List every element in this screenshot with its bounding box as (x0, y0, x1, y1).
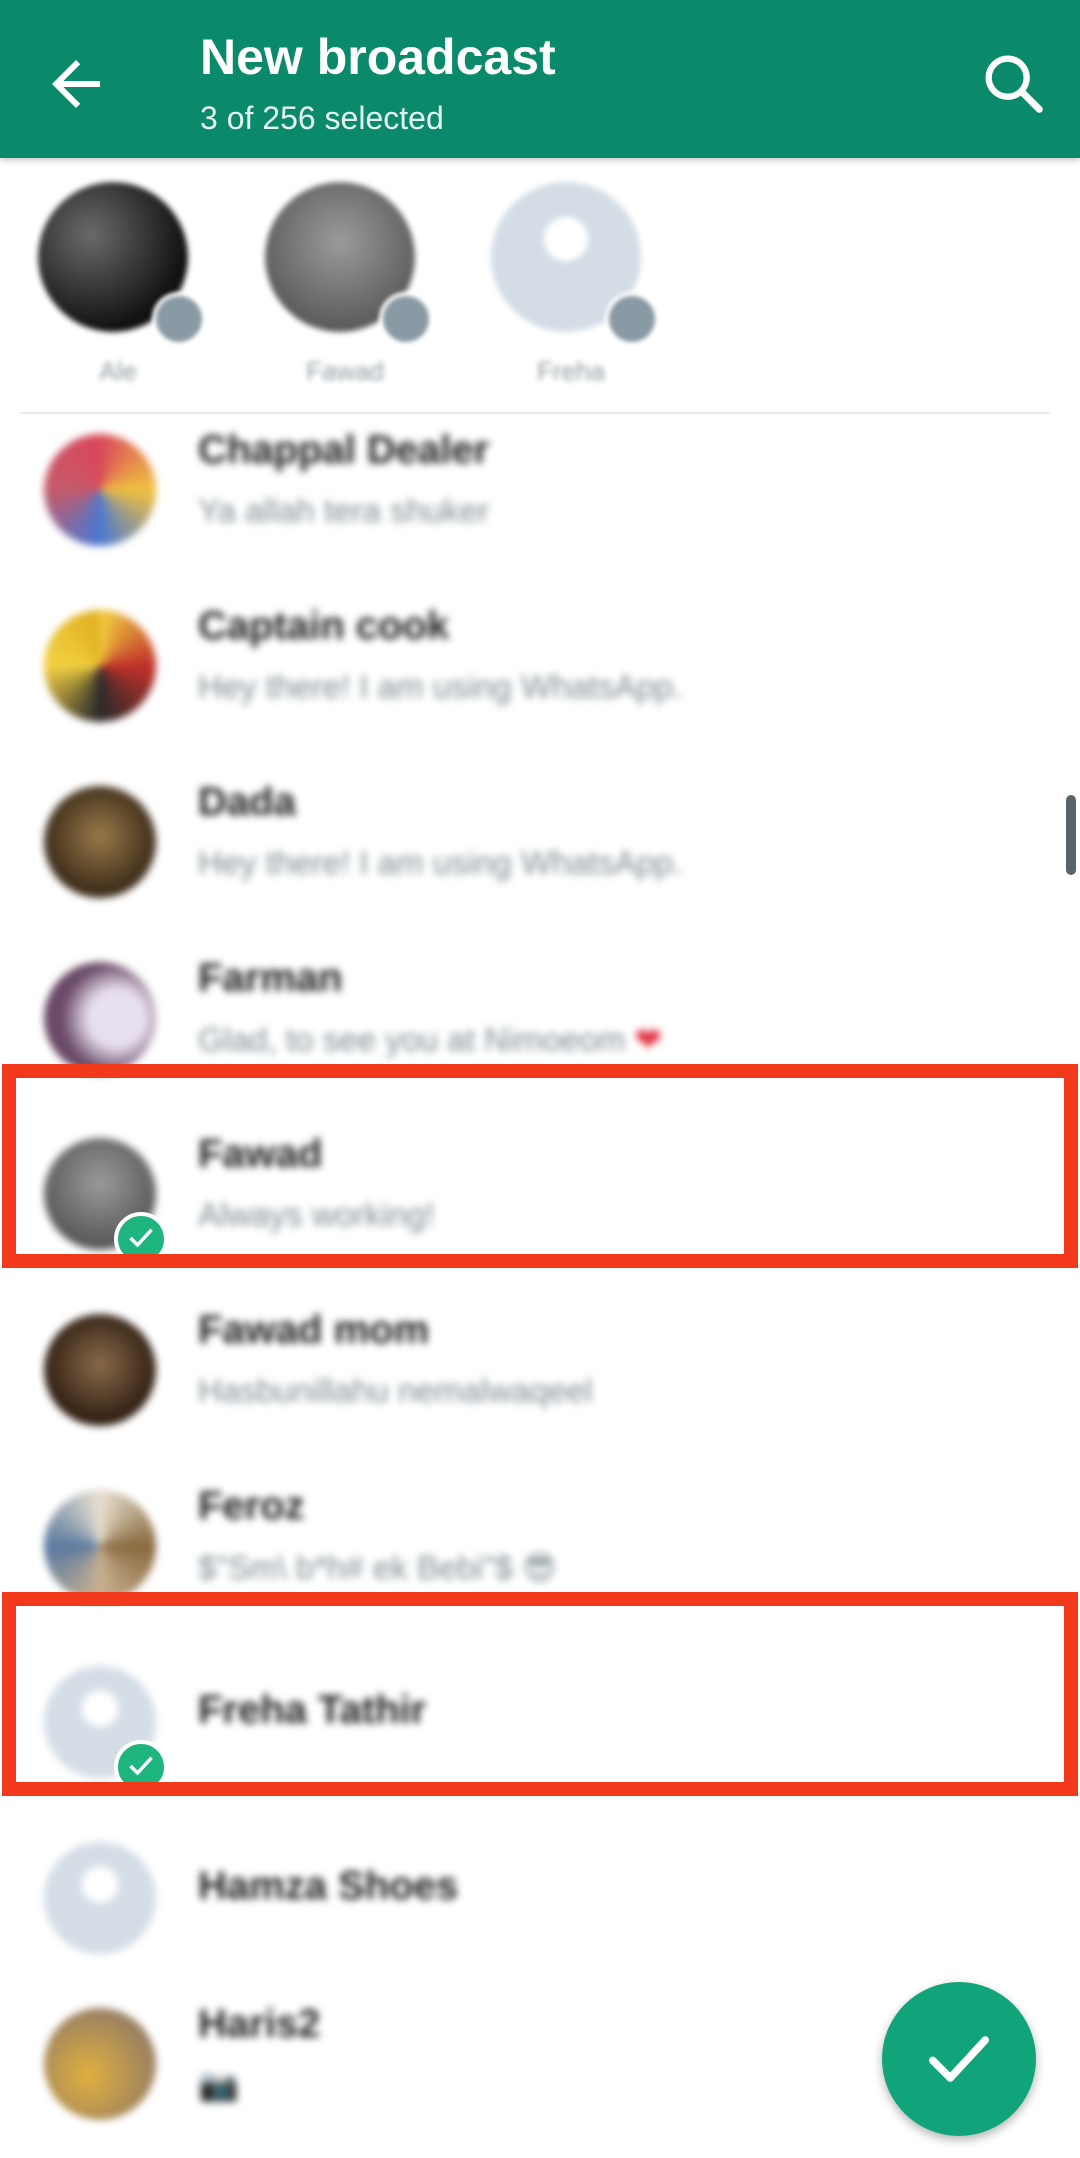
contact-row[interactable]: Feroz $"Sm\ b*h# ek Bebi"$ 😎 (0, 1464, 1080, 1640)
app-bar: New broadcast 3 of 256 selected (0, 0, 1080, 158)
contact-row[interactable]: Chappal Dealer Ya allah tera shuker (0, 408, 1080, 584)
contact-name: Chappal Dealer (198, 428, 490, 472)
contact-status: Hey there! I am using WhatsApp. (198, 668, 683, 705)
contact-name: Freha Tathir (198, 1688, 427, 1732)
contact-row[interactable]: Captain cook Hey there! I am using Whats… (0, 584, 1080, 760)
selected-chip[interactable]: Ale (28, 182, 208, 412)
page-title: New broadcast (200, 29, 556, 85)
contact-name: Haris2 (198, 2002, 321, 2046)
avatar (44, 1314, 156, 1426)
contact-status: Glad, to see you at Nimoeom ❤ (198, 1021, 663, 1058)
confirm-button[interactable] (882, 1982, 1036, 2136)
check-icon (114, 1212, 168, 1266)
selected-chip[interactable]: Freha (481, 182, 661, 412)
selected-chip-label: Fawad (305, 356, 385, 386)
contact-status: Hey there! I am using WhatsApp. (198, 844, 683, 881)
contact-row[interactable]: Farman Glad, to see you at Nimoeom ❤ (0, 936, 1080, 1112)
contact-row[interactable]: Fawad mom Hasbunillahu nemalwaqeel (0, 1288, 1080, 1464)
contact-name: Fawad mom (198, 1308, 430, 1352)
avatar (44, 2008, 156, 2120)
remove-icon[interactable] (379, 292, 433, 346)
contact-name: Feroz (198, 1484, 305, 1528)
selected-chip[interactable]: Fawad (255, 182, 435, 412)
search-button[interactable] (976, 46, 1052, 122)
contact-status: Ya allah tera shuker (198, 492, 490, 529)
selected-chip-label: Freha (537, 356, 605, 386)
contact-status: 📷 (198, 2066, 240, 2103)
contact-status: Hasbunillahu nemalwaqeel (198, 1372, 593, 1409)
scrollbar-thumb[interactable] (1066, 795, 1076, 875)
contact-name: Dada (198, 780, 296, 824)
arrow-back-icon (52, 60, 100, 108)
check-icon (928, 2036, 990, 2082)
selected-chip-label: Ale (99, 356, 137, 386)
avatar (44, 962, 156, 1074)
remove-icon[interactable] (152, 292, 206, 346)
selection-count: 3 of 256 selected (200, 100, 444, 136)
check-icon (114, 1740, 168, 1794)
avatar (44, 610, 156, 722)
avatar (44, 786, 156, 898)
avatar (44, 1490, 156, 1602)
contact-row-selected[interactable]: Freha Tathir (0, 1640, 1080, 1816)
heart-icon: ❤ (634, 1021, 663, 1058)
selected-contacts-strip: Ale Fawad Freha (0, 158, 1080, 416)
contact-name: Farman (198, 956, 343, 1000)
contact-row-selected[interactable]: Fawad Always working! (0, 1112, 1080, 1288)
contact-row[interactable]: Dada Hey there! I am using WhatsApp. (0, 760, 1080, 936)
contact-row[interactable]: Hamza Shoes (0, 1816, 1080, 1992)
avatar (44, 434, 156, 546)
contact-status: $"Sm\ b*h# ek Bebi"$ 😎 (198, 1549, 557, 1586)
search-icon (985, 55, 1043, 113)
contact-status: Always working! (198, 1196, 435, 1233)
back-button[interactable] (40, 48, 112, 120)
contact-name: Fawad (198, 1132, 323, 1176)
sunglasses-emoji-icon: 😎 (522, 1549, 557, 1586)
contact-name: Captain cook (198, 604, 450, 648)
contact-name: Hamza Shoes (198, 1864, 459, 1908)
remove-icon[interactable] (605, 292, 659, 346)
avatar (44, 1842, 156, 1954)
